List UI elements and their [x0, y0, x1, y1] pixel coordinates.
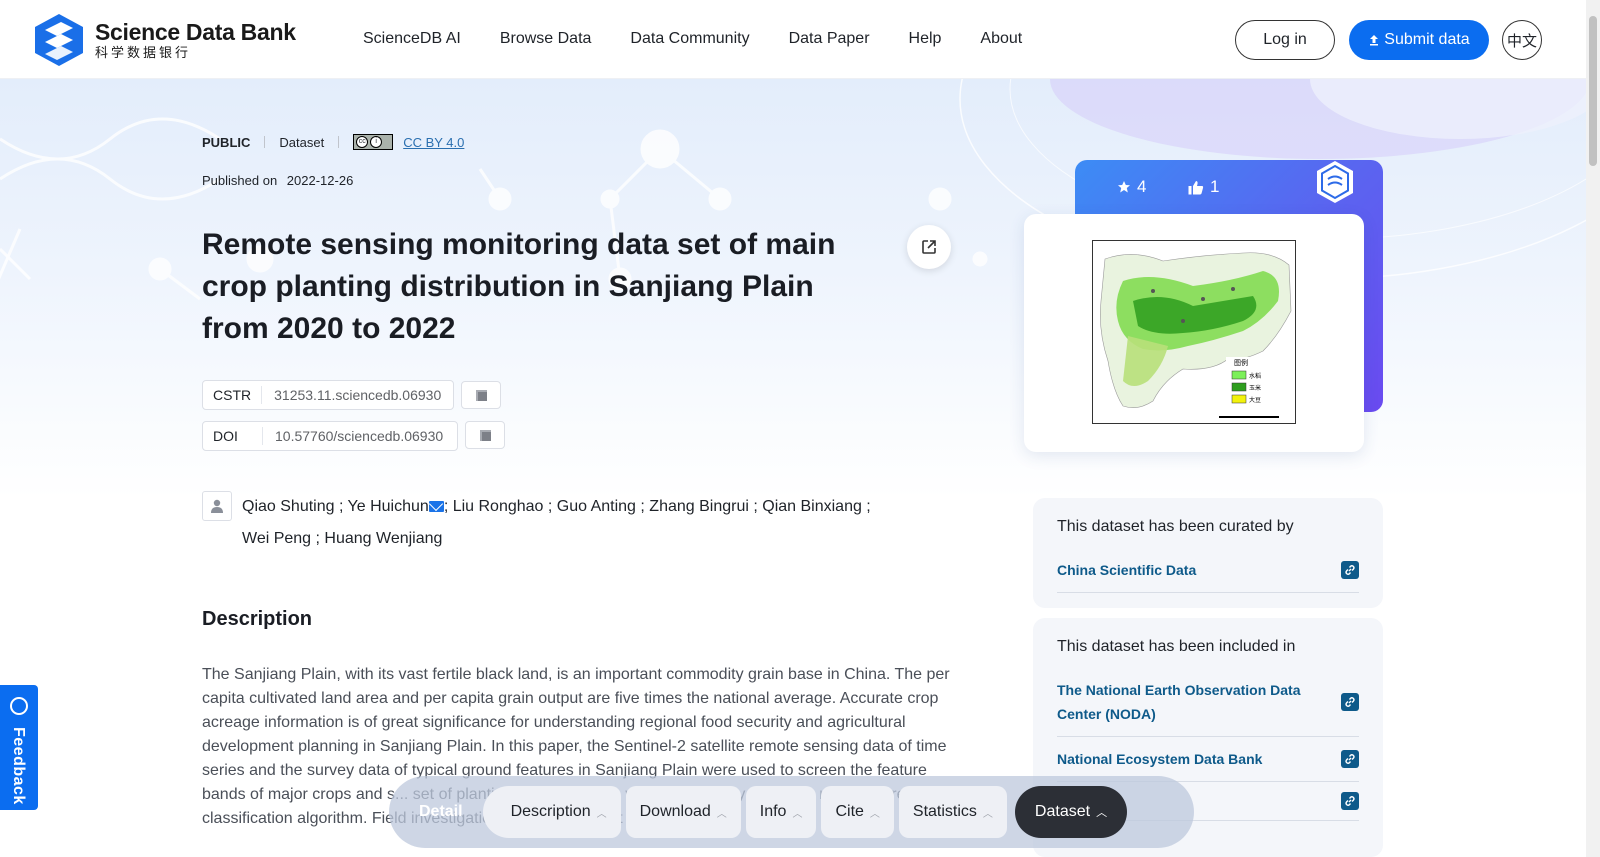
link-icon[interactable] — [1341, 792, 1359, 810]
section-tab-statistics[interactable]: Statistics ︿ — [898, 786, 1007, 838]
copy-icon — [475, 389, 487, 401]
included-item-label: National Ecosystem Data Bank — [1057, 751, 1263, 767]
chevron-up-icon: ︿ — [869, 808, 880, 820]
dataset-meta: PUBLIC Dataset cc i CC BY 4.0 — [202, 134, 464, 150]
published-info: Published on 2022-12-26 — [202, 173, 353, 188]
map-legend-item: 玉米 — [1249, 384, 1261, 392]
nav-about[interactable]: About — [980, 30, 1022, 48]
map-legend-item: 大豆 — [1249, 396, 1261, 404]
logo-title: Science Data Bank — [95, 19, 296, 45]
section-nav-title: Detail — [419, 803, 463, 820]
mail-icon[interactable] — [428, 501, 444, 512]
resource-type: Dataset — [279, 134, 325, 150]
map-legend-title: 图例 — [1234, 358, 1248, 367]
verified-badge-icon — [1317, 161, 1353, 203]
doi-field: DOI 10.57760/sciencedb.06930 — [202, 421, 458, 451]
cstr-value[interactable]: 31253.11.sciencedb.06930 — [262, 387, 453, 403]
page-scrollbar[interactable] — [1586, 0, 1600, 857]
submit-data-button[interactable]: Submit data — [1349, 20, 1489, 60]
map-legend-item: 水稻 — [1249, 372, 1261, 380]
section-tab-download[interactable]: Download ︿ — [625, 786, 741, 838]
feedback-icon — [10, 697, 28, 715]
section-tab-cite[interactable]: Cite ︿ — [821, 786, 894, 838]
author-icon — [202, 491, 232, 521]
cstr-field: CSTR 31253.11.sciencedb.06930 — [202, 380, 454, 410]
nav-data-paper[interactable]: Data Paper — [789, 30, 870, 48]
nav-browse-data[interactable]: Browse Data — [500, 30, 592, 48]
nav-help[interactable]: Help — [909, 30, 942, 48]
author-list: Qiao Shuting ; Ye Huichun ; Liu Ronghao ;… — [242, 491, 882, 555]
included-item-label: The National Earth Observation Data Cent… — [1057, 682, 1301, 722]
like-count[interactable]: 1 — [1188, 177, 1219, 197]
curated-item-label: China Scientific Data — [1057, 562, 1197, 578]
external-link-icon — [922, 240, 936, 254]
link-icon[interactable] — [1341, 693, 1359, 711]
cstr-label: CSTR — [203, 386, 263, 404]
feedback-label: Feedback — [10, 727, 27, 805]
published-date: 2022-12-26 — [286, 173, 354, 188]
copy-doi-button[interactable] — [465, 421, 505, 449]
site-logo[interactable]: Science Data Bank 科学数据银行 — [31, 12, 296, 68]
authors-text[interactable]: Qiao Shuting ; Ye Huichun — [242, 498, 429, 515]
tab-label: Description — [510, 803, 591, 820]
tab-label: Dataset — [1034, 803, 1091, 820]
site-header: Science Data Bank 科学数据银行 ScienceDB AI Br… — [0, 0, 1586, 79]
included-item[interactable]: The National Earth Observation Data Cent… — [1057, 668, 1359, 737]
submit-data-label: Submit data — [1384, 31, 1470, 48]
logo-subtitle: 科学数据银行 — [95, 45, 192, 60]
chevron-up-icon: ︿ — [1096, 807, 1108, 819]
tab-label: Statistics — [912, 803, 977, 820]
section-tab-dataset[interactable]: Dataset ︿ — [1014, 786, 1128, 838]
share-button[interactable] — [907, 225, 951, 269]
doi-label: DOI — [203, 427, 263, 445]
cc-license-icon: cc i — [353, 134, 394, 150]
login-button[interactable]: Log in — [1235, 20, 1335, 60]
link-icon[interactable] — [1341, 561, 1359, 579]
license-link[interactable]: CC BY 4.0 — [403, 135, 464, 150]
curated-heading: This dataset has been curated by — [1057, 518, 1294, 535]
feedback-tab[interactable]: Feedback — [0, 685, 38, 810]
chevron-up-icon: ︿ — [792, 808, 803, 820]
section-nav-bar: Detail Description ︿ Download ︿ Info ︿ Cite… — [389, 776, 1194, 848]
chevron-up-icon: ︿ — [982, 808, 993, 820]
description-heading: Description — [202, 608, 313, 630]
nav-sciencedb-ai[interactable]: ScienceDB AI — [363, 30, 461, 48]
divider — [338, 136, 340, 148]
thumbs-up-icon — [1188, 180, 1204, 194]
tab-label: Info — [759, 803, 787, 820]
published-label: Published on — [202, 173, 278, 188]
dataset-title: Remote sensing monitoring data set of ma… — [202, 228, 836, 345]
logo-icon — [35, 14, 83, 66]
authors-text[interactable]: ; Liu Ronghao ; Guo Anting ; Zhang Bingr… — [444, 498, 871, 515]
curated-item[interactable]: China Scientific Data — [1057, 548, 1359, 593]
nav-data-community[interactable]: Data Community — [630, 30, 749, 48]
map-image: 图例 水稻 玉米 大豆 — [1100, 252, 1292, 418]
access-level: PUBLIC — [202, 134, 251, 150]
star-count[interactable]: 4 — [1117, 177, 1146, 197]
chevron-up-icon: ︿ — [716, 808, 727, 820]
like-count-value: 1 — [1210, 177, 1220, 196]
crop-distribution-map: 图例 水稻 玉米 大豆 — [1092, 240, 1296, 424]
tab-label: Cite — [835, 803, 864, 820]
curated-panel: This dataset has been curated by China S… — [1033, 498, 1383, 608]
section-tab-description[interactable]: Description ︿ — [482, 786, 621, 838]
doi-value[interactable]: 10.57760/sciencedb.06930 — [263, 428, 455, 444]
divider — [264, 136, 266, 148]
copy-icon — [479, 429, 491, 441]
section-tab-info[interactable]: Info ︿ — [745, 786, 817, 838]
upload-icon — [1370, 35, 1379, 46]
star-icon — [1118, 181, 1130, 193]
star-count-value: 4 — [1137, 177, 1147, 196]
scroll-thumb[interactable] — [1589, 16, 1597, 166]
copy-cstr-button[interactable] — [461, 381, 501, 409]
main-nav: ScienceDB AI Browse Data Data Community … — [363, 30, 1061, 48]
language-toggle[interactable]: 中文 — [1502, 20, 1542, 60]
included-heading: This dataset has been included in — [1057, 638, 1296, 655]
dataset-preview-card[interactable]: 图例 水稻 玉米 大豆 — [1024, 214, 1364, 452]
chevron-up-icon: ︿ — [596, 808, 607, 820]
tab-label: Download — [639, 803, 711, 820]
authors-text[interactable]: Wei Peng ; Huang Wenjiang — [242, 530, 442, 547]
link-icon[interactable] — [1341, 750, 1359, 768]
